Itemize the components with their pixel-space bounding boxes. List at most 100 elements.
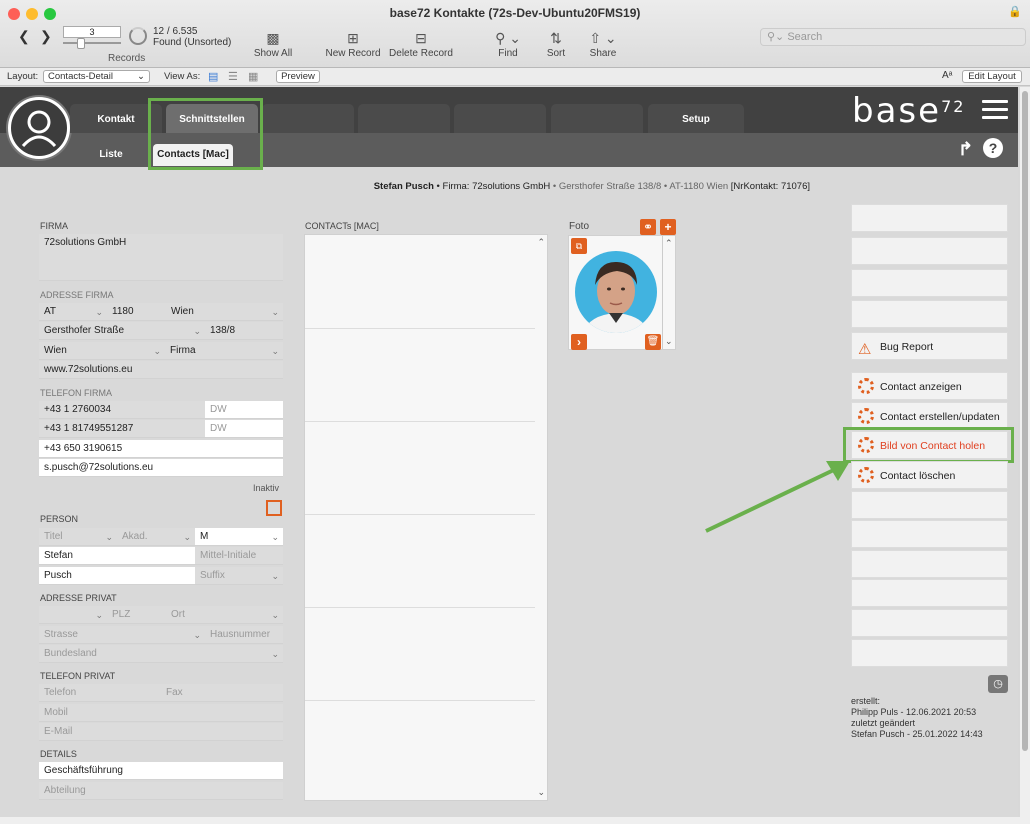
back-arrow-icon[interactable]: ↱: [958, 139, 973, 160]
inaktiv-checkbox[interactable]: [266, 500, 282, 516]
house-number-field[interactable]: 138/8: [205, 322, 283, 340]
tab-empty-3[interactable]: [454, 104, 546, 133]
contacts-mac-portal[interactable]: ⌃ ⌄: [304, 234, 548, 801]
suffix-field[interactable]: Suffix ⌄: [195, 567, 283, 585]
phone2-dw-field[interactable]: DW: [205, 420, 283, 438]
avatar[interactable]: [8, 97, 70, 159]
empty-button-3[interactable]: [851, 269, 1008, 297]
vertical-scrollbar[interactable]: [1020, 87, 1030, 817]
tab-empty-1[interactable]: [262, 104, 354, 133]
next-record-icon[interactable]: ❯: [40, 28, 52, 45]
table-view-icon[interactable]: ▦: [248, 70, 258, 83]
add-photo-icon[interactable]: +: [660, 219, 676, 235]
gender-field[interactable]: M ⌄: [195, 528, 283, 546]
text-format-icon[interactable]: Aᵃ: [942, 70, 952, 81]
trash-icon[interactable]: 🗑: [645, 334, 661, 350]
delete-record-button[interactable]: ⊟ Delete Record: [386, 28, 456, 59]
last-name-field[interactable]: Pusch: [39, 567, 195, 585]
scroll-thumb[interactable]: [1022, 91, 1028, 751]
position-field[interactable]: Geschäftsführung: [39, 762, 283, 780]
preview-button[interactable]: Preview: [276, 70, 320, 83]
layout-select[interactable]: Contacts-Detail ⌄: [43, 70, 150, 83]
first-name-field[interactable]: Stefan: [39, 547, 195, 565]
phone1-field[interactable]: +43 1 2760034: [39, 401, 205, 419]
department-field[interactable]: Abteilung: [39, 782, 283, 800]
private-street-field[interactable]: Strasse ⌄: [39, 626, 205, 644]
menu-icon[interactable]: [982, 100, 1008, 120]
plz-field[interactable]: 1180: [107, 303, 166, 321]
chevron-down-icon: ⌄: [137, 71, 145, 82]
record-slider[interactable]: [63, 38, 121, 49]
sort-icon: ⇅: [550, 30, 562, 46]
search-icon: ⚲⌄: [767, 31, 785, 43]
subtab-liste[interactable]: Liste: [86, 144, 136, 166]
share-button[interactable]: ⇧ ⌄ Share: [582, 28, 624, 59]
city-field[interactable]: Wien ⌄: [166, 303, 283, 321]
web-field[interactable]: www.72solutions.eu: [39, 361, 283, 379]
contact-show-button[interactable]: Contact anzeigen: [851, 372, 1008, 400]
scroll-down-icon[interactable]: ⌄: [537, 787, 545, 798]
phone1-dw-field[interactable]: DW: [205, 401, 283, 419]
street-field[interactable]: Gersthofer Straße ⌄: [39, 322, 205, 340]
window-title: base72 Kontakte (72s-Dev-Ubuntu20FMS19): [389, 6, 641, 20]
private-fax-field[interactable]: Fax: [161, 684, 283, 702]
mobile-field[interactable]: +43 650 3190615: [39, 440, 283, 458]
middle-initial-field[interactable]: Mittel-Initiale: [195, 547, 283, 565]
contact-create-button[interactable]: Contact erstellen/updaten: [851, 402, 1008, 430]
copy-icon[interactable]: ⧉: [571, 238, 587, 254]
street-value: Gersthofer Straße: [44, 325, 125, 336]
empty-button-2[interactable]: [851, 237, 1008, 265]
contact-delete-button[interactable]: Contact löschen: [851, 461, 1008, 489]
empty-button-10[interactable]: [851, 639, 1008, 667]
empty-button-6[interactable]: [851, 520, 1008, 548]
address-type-field[interactable]: Firma ⌄: [165, 342, 283, 360]
tab-empty-2[interactable]: [358, 104, 450, 133]
private-country-field[interactable]: ⌄: [39, 606, 107, 624]
clock-icon[interactable]: ◷: [988, 675, 1008, 693]
country-field[interactable]: AT ⌄: [39, 303, 107, 321]
tab-empty-4[interactable]: [551, 104, 643, 133]
show-all-button[interactable]: ▩ Show All: [248, 28, 298, 59]
firma-name-field[interactable]: 72solutions GmbH: [39, 234, 283, 281]
horizontal-scrollbar[interactable]: [0, 817, 1030, 824]
state-field[interactable]: Wien ⌄: [39, 342, 165, 360]
previous-record-icon[interactable]: ❮: [18, 28, 30, 45]
private-plz-field[interactable]: PLZ: [107, 606, 166, 624]
empty-button-1[interactable]: [851, 204, 1008, 232]
empty-button-9[interactable]: [851, 609, 1008, 637]
info-nr: [NrKontakt: 71076]: [730, 181, 810, 192]
private-house-number-field[interactable]: Hausnummer: [205, 626, 283, 644]
empty-button-4[interactable]: [851, 300, 1008, 328]
title-field[interactable]: Titel ⌄: [39, 528, 117, 546]
scroll-up-icon[interactable]: ⌃: [537, 237, 545, 248]
bug-report-button[interactable]: ⚠ Bug Report: [851, 332, 1008, 360]
bundesland-field[interactable]: Bundesland ⌄: [39, 645, 283, 663]
scroll-down-icon[interactable]: ⌄: [665, 336, 673, 347]
help-icon[interactable]: ?: [983, 138, 1003, 158]
chevron-down-icon: ⌄: [153, 346, 161, 356]
scroll-up-icon[interactable]: ⌃: [665, 238, 673, 249]
record-number-field[interactable]: 3: [63, 26, 121, 38]
find-button[interactable]: ⚲ ⌄ Find: [485, 28, 531, 59]
list-view-icon[interactable]: ☰: [228, 70, 238, 83]
phone2-field[interactable]: +43 1 81749551287: [39, 420, 205, 438]
email-field[interactable]: s.pusch@72solutions.eu: [39, 459, 283, 477]
empty-button-7[interactable]: [851, 550, 1008, 578]
empty-button-8[interactable]: [851, 579, 1008, 607]
academic-field[interactable]: Akad. ⌄: [117, 528, 195, 546]
form-view-icon[interactable]: ▤: [208, 70, 218, 83]
sort-button[interactable]: ⇅ Sort: [540, 28, 572, 59]
private-email-field[interactable]: E-Mail: [39, 723, 283, 741]
private-city-field[interactable]: Ort ⌄: [166, 606, 283, 624]
tab-setup[interactable]: Setup: [648, 104, 744, 133]
found-status: Found (Unsorted): [153, 37, 232, 48]
details-section-label: DETAILS: [40, 749, 77, 759]
new-record-button[interactable]: ⊞ New Record: [320, 28, 386, 59]
empty-button-5[interactable]: [851, 491, 1008, 519]
edit-layout-button[interactable]: Edit Layout: [962, 70, 1022, 83]
private-mobile-field[interactable]: Mobil: [39, 704, 283, 722]
private-phone-field[interactable]: Telefon: [39, 684, 161, 702]
search-input[interactable]: ⚲⌄ Search: [760, 28, 1026, 46]
link-icon[interactable]: ⚭: [640, 219, 656, 235]
next-photo-icon[interactable]: ›: [571, 334, 587, 350]
